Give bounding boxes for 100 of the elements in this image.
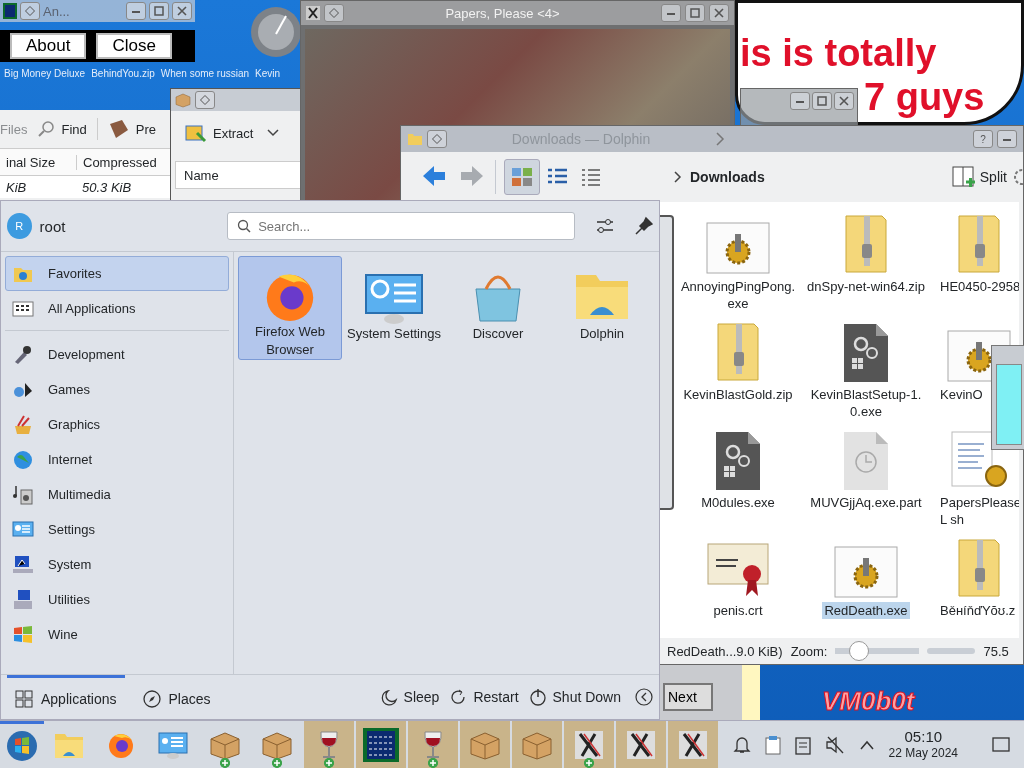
category-item[interactable]: Multimedia: [5, 477, 229, 512]
diamond-button[interactable]: [20, 2, 40, 20]
chevron-left-icon[interactable]: [635, 688, 653, 706]
slider-thumb[interactable]: [849, 641, 869, 661]
moon-icon: [379, 688, 398, 706]
column-header[interactable]: Compressed: [77, 154, 163, 170]
power-button[interactable]: Shut Down: [528, 688, 621, 706]
user-name: root: [39, 217, 67, 235]
task-button[interactable]: [564, 721, 614, 768]
zipper-folder-icon: [714, 322, 762, 382]
clipboard-icon[interactable]: [794, 734, 811, 755]
file-name[interactable]: M0dules.exe: [699, 494, 777, 511]
category-item[interactable]: Wine: [5, 617, 229, 652]
caret-icon[interactable]: [267, 129, 280, 137]
table-cell-text: KiB: [5, 179, 28, 195]
app-tile[interactable]: Firefox Web Browser: [238, 256, 342, 360]
task-button[interactable]: [356, 721, 406, 768]
find-button[interactable]: Find: [37, 120, 87, 138]
file-name[interactable]: penis.crt: [711, 602, 765, 619]
category-item[interactable]: System: [5, 547, 229, 582]
menu-tab[interactable]: Places: [134, 675, 219, 719]
file-name[interactable]: KevinBlastSetup-1.0.exe: [804, 386, 928, 420]
muted-speaker-icon[interactable]: [824, 734, 845, 755]
desktop-icon-label[interactable]: When some russian: [160, 68, 250, 79]
bell-icon[interactable]: [732, 734, 751, 755]
diamond-button[interactable]: [427, 130, 447, 148]
minimize-button[interactable]: [661, 4, 681, 22]
app-tile[interactable]: System Settings: [342, 256, 446, 360]
file-name[interactable]: HE0450-2958: [932, 278, 1019, 295]
dialog-button[interactable]: Close: [96, 33, 172, 59]
minimize-button[interactable]: [790, 92, 810, 110]
category-item[interactable]: Internet: [5, 442, 229, 477]
split-button[interactable]: Split: [951, 165, 1007, 189]
app-tile[interactable]: Discover: [446, 256, 550, 360]
compass-icon: [142, 689, 161, 708]
minimize-button[interactable]: [126, 2, 146, 20]
category-item[interactable]: Games: [5, 372, 229, 407]
caret-up-icon[interactable]: [858, 739, 875, 750]
category-item[interactable]: All Applications: [5, 291, 229, 326]
toolbar-button[interactable]: Pre: [96, 118, 156, 140]
clock-date[interactable]: 22 May 2024: [888, 744, 958, 762]
dialog-button[interactable]: About: [10, 33, 87, 59]
task-button[interactable]: [668, 721, 718, 768]
globe-icon: [12, 448, 34, 471]
chevron-right-icon[interactable]: [715, 132, 725, 146]
gear-file-icon: [834, 546, 898, 598]
file-name[interactable]: BěнíňďYŏʊ.z: [932, 602, 1018, 619]
diamond-icon: [200, 95, 210, 105]
diamond-icon: [329, 8, 339, 18]
maximize-button[interactable]: [149, 2, 169, 20]
pin-icon[interactable]: [634, 216, 653, 236]
column-header[interactable]: inal Size: [0, 154, 77, 170]
minimize-button[interactable]: [997, 130, 1017, 148]
diamond-button[interactable]: [324, 4, 344, 22]
task-button[interactable]: [408, 721, 458, 768]
diamond-button[interactable]: [195, 91, 215, 109]
computer-icon: [12, 553, 34, 576]
maximize-button[interactable]: [685, 4, 705, 22]
category-item[interactable]: Settings: [5, 512, 229, 547]
view-mode-button[interactable]: [504, 159, 540, 195]
desktop-icon-label[interactable]: BehindYou.zip: [91, 68, 155, 79]
file-name[interactable]: dnSpy-net-win64.zip: [805, 278, 927, 295]
file-name[interactable]: KevinBlastGold.zip: [681, 386, 795, 403]
next-button[interactable]: Next: [663, 683, 713, 711]
clock-time[interactable]: 05:10: [904, 727, 943, 745]
file-name[interactable]: MUVGjjAq.exe.part: [808, 494, 924, 511]
x-logo-icon: [679, 730, 707, 759]
extract-button[interactable]: Extract: [185, 123, 254, 143]
category-item[interactable]: Utilities: [5, 582, 229, 617]
power-icon: [528, 688, 547, 706]
clipboard-icon[interactable]: [764, 734, 781, 755]
category-item[interactable]: Favorites: [5, 256, 229, 291]
grid-icon: [3, 3, 17, 19]
wine-glass-icon: [421, 729, 445, 760]
category-item[interactable]: Development: [5, 337, 229, 372]
maximize-button[interactable]: [812, 92, 832, 110]
show-desktop-icon[interactable]: [992, 736, 1010, 753]
power-button[interactable]: Restart: [449, 688, 519, 706]
search-field[interactable]: Search...: [227, 212, 576, 240]
close-button[interactable]: [709, 4, 729, 22]
file-name[interactable]: RedDeath.exe: [822, 602, 910, 619]
sliders-icon[interactable]: [595, 216, 615, 236]
help-button[interactable]: ?: [973, 130, 993, 148]
column-header[interactable]: Name: [178, 167, 225, 183]
task-button[interactable]: [616, 721, 666, 768]
gear-icon[interactable]: [1011, 166, 1023, 188]
power-button[interactable]: Sleep: [379, 688, 440, 706]
desktop-icon-label[interactable]: Big Money Deluxe: [4, 68, 86, 79]
extract-icon: [185, 123, 207, 143]
task-button[interactable]: [304, 721, 354, 768]
close-button[interactable]: [172, 2, 192, 20]
window-title: Papers, Please <4>: [444, 5, 561, 21]
close-button[interactable]: [834, 92, 854, 110]
breadcrumb[interactable]: Downloads: [690, 169, 765, 185]
file-name[interactable]: AnnoyingPingPong.exe: [676, 278, 800, 312]
category-item[interactable]: Graphics: [5, 407, 229, 442]
desktop-icon-label[interactable]: Kevin: [255, 68, 281, 79]
clock-document-icon: [844, 432, 888, 490]
app-tile[interactable]: Dolphin: [550, 256, 654, 360]
file-name[interactable]: KevinO: [932, 386, 985, 403]
